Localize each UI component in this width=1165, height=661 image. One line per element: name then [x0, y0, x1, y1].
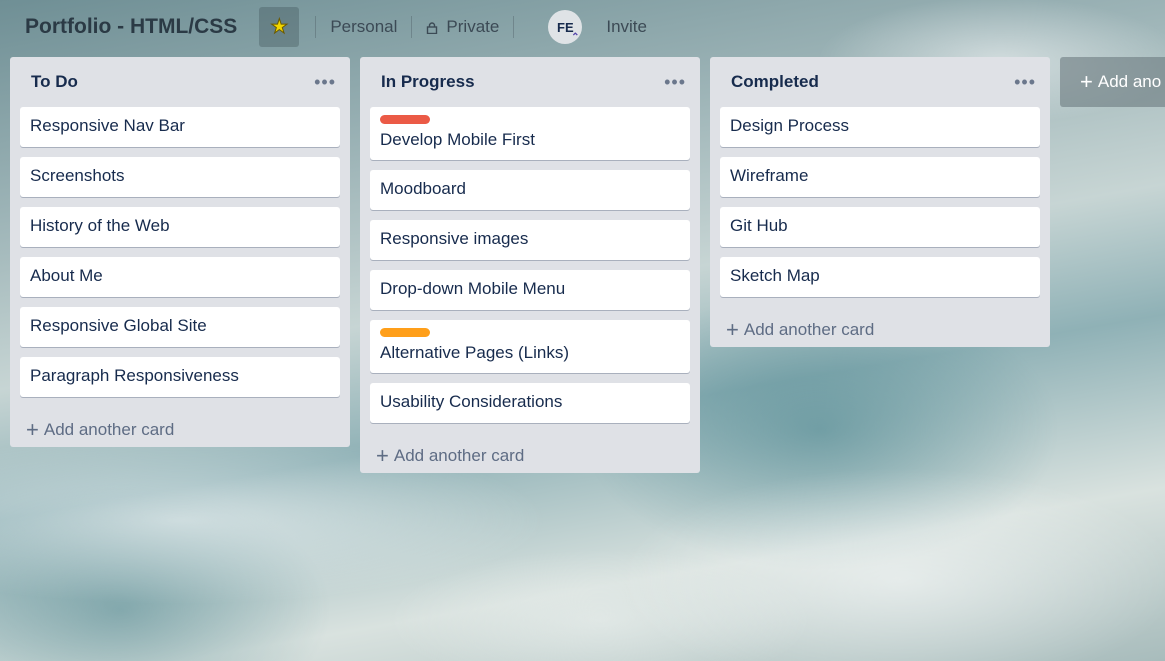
plus-icon: + [376, 443, 389, 468]
more-icon[interactable]: ••• [664, 73, 686, 91]
card-label-orange[interactable] [380, 328, 430, 337]
add-list-button[interactable]: + Add ano [1060, 57, 1165, 107]
card-title: Develop Mobile First [380, 130, 535, 149]
card[interactable]: Sketch Map [720, 257, 1040, 297]
card[interactable]: Design Process [720, 107, 1040, 147]
list-header: In Progress ••• [360, 57, 700, 107]
card[interactable]: Alternative Pages (Links) [370, 320, 690, 373]
card[interactable]: Usability Considerations [370, 383, 690, 423]
card[interactable]: Responsive Global Site [20, 307, 340, 347]
star-icon: ★ [270, 16, 289, 38]
card[interactable]: Drop-down Mobile Menu [370, 270, 690, 310]
list-header: To Do ••• [10, 57, 350, 107]
list-completed: Completed ••• Design Process Wireframe G… [710, 57, 1050, 347]
card[interactable]: Git Hub [720, 207, 1040, 247]
list-title[interactable]: In Progress [381, 72, 475, 92]
divider [411, 16, 413, 38]
visibility-label: Private [446, 17, 500, 36]
divider [315, 16, 317, 38]
board-title[interactable]: Portfolio - HTML/CSS [25, 15, 237, 39]
add-card-label: Add another card [43, 420, 175, 439]
invite-button[interactable]: Invite [602, 17, 651, 37]
board-header: Portfolio - HTML/CSS ★ Personal Private … [0, 0, 1165, 54]
add-card-label: Add another card [393, 446, 525, 465]
team-button[interactable]: Personal [326, 17, 401, 37]
card[interactable]: Responsive Nav Bar [20, 107, 340, 147]
plus-icon: + [1080, 69, 1093, 94]
add-card-button[interactable]: + Add another card [10, 407, 350, 447]
add-list-label: Add ano [1097, 72, 1162, 91]
card[interactable]: Moodboard [370, 170, 690, 210]
visibility-button[interactable]: Private [422, 17, 503, 37]
list-title[interactable]: Completed [731, 72, 819, 92]
list-to-do: To Do ••• Responsive Nav Bar Screenshots… [10, 57, 350, 447]
list-title[interactable]: To Do [31, 72, 78, 92]
star-button[interactable]: ★ [259, 7, 300, 47]
card[interactable]: History of the Web [20, 207, 340, 247]
card-title: Alternative Pages (Links) [380, 343, 569, 362]
card[interactable]: Wireframe [720, 157, 1040, 197]
avatar[interactable]: FE ⌃ [548, 10, 583, 44]
card[interactable]: About Me [20, 257, 340, 297]
list-header: Completed ••• [710, 57, 1050, 107]
add-card-button[interactable]: + Add another card [710, 307, 1050, 347]
add-card-button[interactable]: + Add another card [360, 433, 700, 473]
more-icon[interactable]: ••• [314, 73, 336, 91]
divider [513, 16, 515, 38]
plus-icon: + [726, 317, 739, 342]
plus-icon: + [26, 417, 39, 442]
admin-chevron-icon: ⌃ [571, 32, 580, 43]
add-card-label: Add another card [743, 320, 875, 339]
card-label-red[interactable] [380, 115, 430, 124]
card[interactable]: Paragraph Responsiveness [20, 357, 340, 397]
lock-icon [427, 22, 438, 34]
card[interactable]: Screenshots [20, 157, 340, 197]
list-in-progress: In Progress ••• Develop Mobile First Moo… [360, 57, 700, 473]
card[interactable]: Develop Mobile First [370, 107, 690, 160]
card[interactable]: Responsive images [370, 220, 690, 260]
more-icon[interactable]: ••• [1014, 73, 1036, 91]
